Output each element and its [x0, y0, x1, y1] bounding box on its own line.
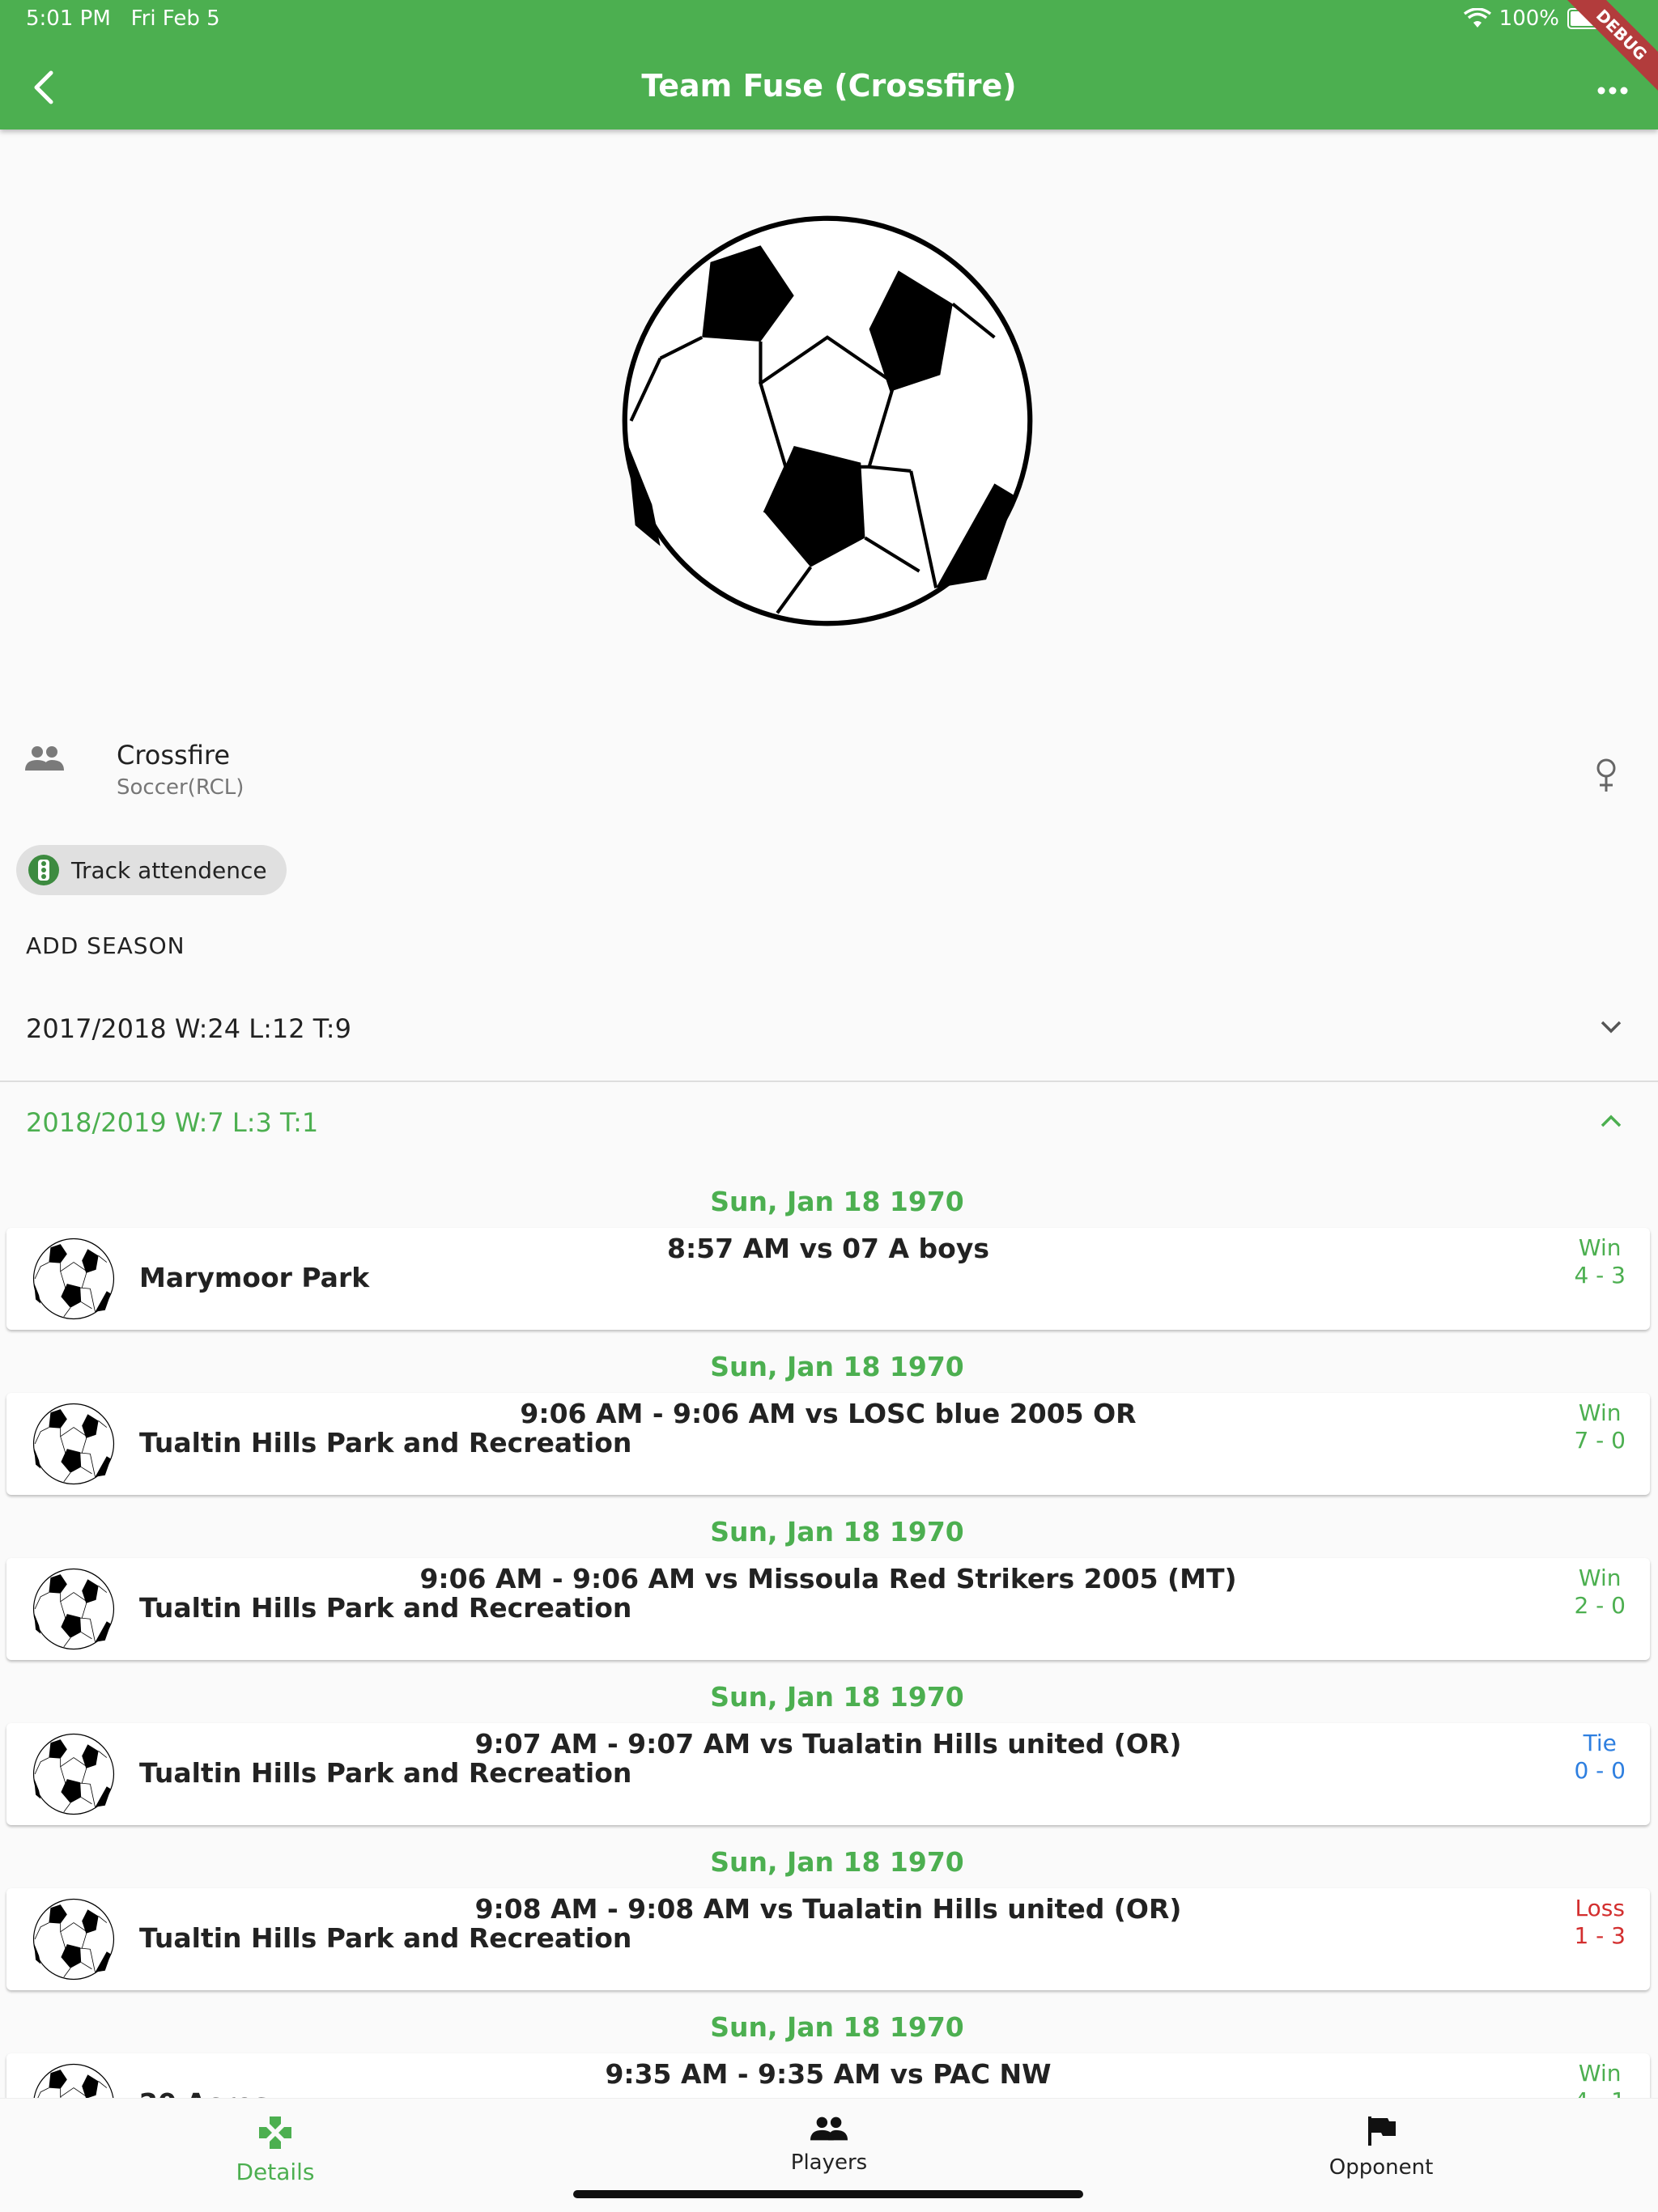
season-row-2018[interactable]: 2018/2019 W:7 L:3 T:1	[0, 1083, 1658, 1172]
nav-players[interactable]: Players	[708, 2115, 950, 2175]
team-logo-soccer-ball	[619, 212, 1036, 630]
game-result: Tie 0 - 0	[1574, 1730, 1626, 1785]
game-time-opponent: 9:07 AM - 9:07 AM vs Tualatin Hills unit…	[474, 1728, 1182, 1760]
nav-details-label: Details	[236, 2159, 315, 2185]
chevron-up-icon	[1601, 1114, 1622, 1127]
game-result-label: Win	[1578, 1399, 1622, 1426]
game-score: 7 - 0	[1574, 1427, 1626, 1454]
game-result: Win 2 - 0	[1574, 1565, 1626, 1620]
game-score: 1 - 3	[1574, 1922, 1626, 1949]
game-location: Tualtin Hills Park and Recreation	[139, 1757, 632, 1789]
home-indicator	[573, 2190, 1083, 2198]
game-time-opponent: 9:06 AM - 9:06 AM vs LOSC blue 2005 OR	[520, 1398, 1137, 1429]
track-attendance-label: Track attendence	[71, 856, 267, 884]
team-name: Crossfire	[117, 740, 231, 771]
more-horizontal-icon	[1597, 87, 1628, 95]
app-bar: 5:01 PM Fri Feb 5 100% DEBUG Team Fuse (…	[0, 0, 1658, 129]
battery-percent: 100%	[1499, 6, 1559, 31]
track-attendance-chip[interactable]: Track attendence	[16, 845, 287, 895]
game-time-opponent: 9:08 AM - 9:08 AM vs Tualatin Hills unit…	[474, 1893, 1182, 1925]
wifi-icon	[1463, 8, 1491, 28]
team-sport: Soccer(RCL)	[117, 775, 244, 800]
game-card[interactable]: 9:06 AM - 9:06 AM vs Missoula Red Strike…	[6, 1558, 1650, 1660]
game-date-header: Sun, Jan 18 1970	[710, 1186, 964, 1217]
game-result: Win 4 - 3	[1574, 1234, 1626, 1289]
game-location: Tualtin Hills Park and Recreation	[139, 1922, 632, 1954]
game-date-header: Sun, Jan 18 1970	[710, 1681, 964, 1713]
nav-details[interactable]: Details	[154, 2115, 397, 2185]
game-card[interactable]: 9:06 AM - 9:06 AM vs LOSC blue 2005 OR Tu…	[6, 1393, 1650, 1495]
game-result: Win 7 - 0	[1574, 1399, 1626, 1454]
nav-opponent[interactable]: Opponent	[1260, 2115, 1503, 2180]
game-date-header: Sun, Jan 18 1970	[710, 2011, 964, 2043]
more-options-button[interactable]	[1588, 65, 1637, 105]
status-time: 5:01 PM Fri Feb 5	[26, 6, 220, 31]
game-date-header: Sun, Jan 18 1970	[710, 1846, 964, 1878]
season-label: 2017/2018 W:24 L:12 T:9	[26, 1013, 351, 1044]
game-result-label: Win	[1578, 1565, 1622, 1591]
female-icon	[1596, 758, 1616, 792]
game-result-label: Tie	[1583, 1730, 1617, 1756]
flag-icon	[1368, 2116, 1396, 2146]
game-card[interactable]: 9:07 AM - 9:07 AM vs Tualatin Hills unit…	[6, 1723, 1650, 1825]
gamepad-icon	[259, 2116, 291, 2149]
game-score: 4 - 3	[1574, 1262, 1626, 1289]
game-location: Tualtin Hills Park and Recreation	[139, 1427, 632, 1458]
game-result-label: Loss	[1575, 1895, 1625, 1921]
game-score: 0 - 0	[1574, 1757, 1626, 1784]
game-result: Loss 1 - 3	[1574, 1895, 1626, 1950]
nav-players-label: Players	[790, 2150, 868, 2175]
season-label: 2018/2019 W:7 L:3 T:1	[26, 1107, 319, 1138]
game-result-label: Win	[1578, 1234, 1622, 1261]
game-time-opponent: 9:35 AM - 9:35 AM vs PAC NW	[605, 2058, 1052, 2090]
game-result-label: Win	[1578, 2060, 1622, 2087]
status-date: Fri Feb 5	[130, 6, 220, 31]
game-score: 2 - 0	[1574, 1592, 1626, 1619]
game-date-header: Sun, Jan 18 1970	[710, 1351, 964, 1382]
nav-opponent-label: Opponent	[1329, 2155, 1434, 2180]
game-date-header: Sun, Jan 18 1970	[710, 1516, 964, 1548]
game-card[interactable]: 9:08 AM - 9:08 AM vs Tualatin Hills unit…	[6, 1888, 1650, 1990]
game-card[interactable]: 8:57 AM vs 07 A boys Marymoor Park Win 4 - …	[6, 1228, 1650, 1330]
season-row-2017[interactable]: 2017/2018 W:24 L:12 T:9	[0, 989, 1658, 1078]
game-time-opponent: 8:57 AM vs 07 A boys	[667, 1233, 989, 1264]
game-location: Tualtin Hills Park and Recreation	[139, 1592, 632, 1624]
add-season-button[interactable]: ADD SEASON	[26, 932, 185, 959]
divider	[0, 1081, 1658, 1082]
people-icon	[810, 2116, 848, 2141]
game-location: Marymoor Park	[139, 1262, 370, 1293]
team-info-row: Crossfire Soccer(RCL)	[0, 728, 1658, 817]
people-icon	[25, 746, 64, 771]
traffic-light-icon	[28, 855, 59, 885]
chevron-down-icon	[1601, 1021, 1622, 1034]
page-title: Team Fuse (Crossfire)	[641, 68, 1017, 104]
game-time-opponent: 9:06 AM - 9:06 AM vs Missoula Red Strike…	[419, 1563, 1237, 1594]
